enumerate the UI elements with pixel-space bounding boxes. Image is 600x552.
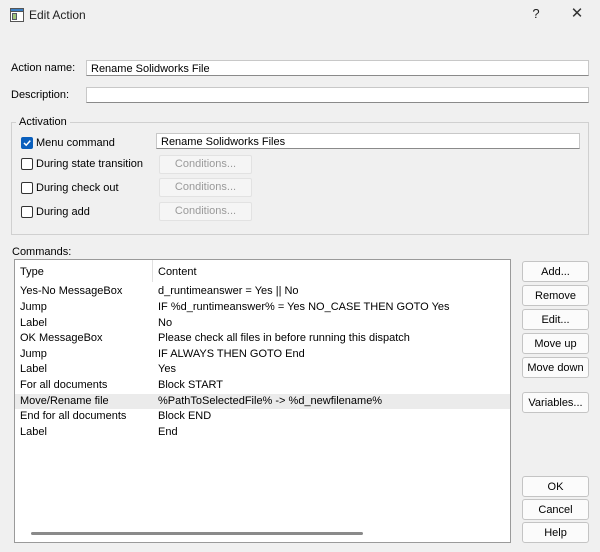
row-type: Jump [20,301,47,313]
row-content: IF %d_runtimeanswer% = Yes NO_CASE THEN … [158,301,450,313]
app-icon [10,8,24,22]
menu-command-checkbox[interactable] [21,137,33,149]
add-label: During add [36,206,90,218]
table-row[interactable]: Label End [15,425,510,440]
cancel-button[interactable]: Cancel [522,499,589,520]
row-type: Jump [20,348,47,360]
row-content: d_runtimeanswer = Yes || No [158,285,299,297]
row-type: Move/Rename file [20,395,109,407]
add-conditions-button[interactable]: Conditions... [159,202,252,221]
row-type: Yes-No MessageBox [20,285,123,297]
commands-label: Commands: [12,246,72,258]
row-type: OK MessageBox [20,332,103,344]
add-checkbox[interactable] [21,206,33,218]
row-content: End [158,426,178,438]
commands-list[interactable]: Type Content Yes-No MessageBox d_runtime… [14,259,511,543]
action-name-label: Action name: [11,62,76,74]
row-content: Please check all files in before running… [158,332,410,344]
row-content: %PathToSelectedFile% -> %d_newfilename% [158,395,383,407]
menu-command-input[interactable]: Rename Solidworks Files [156,133,580,149]
move-up-button[interactable]: Move up [522,333,589,354]
row-type: End for all documents [20,410,127,422]
column-header-content[interactable]: Content [158,265,197,280]
description-label: Description: [11,89,70,101]
add-button[interactable]: Add... [522,261,589,282]
move-down-button[interactable]: Move down [522,357,589,378]
ok-button[interactable]: OK [522,476,589,497]
row-content: No [158,317,173,329]
table-row[interactable]: Yes-No MessageBox d_runtimeanswer = Yes … [15,284,510,299]
remove-button[interactable]: Remove [522,285,589,306]
window-title: Edit Action [29,8,86,22]
column-separator[interactable] [152,260,153,282]
state-transition-checkbox[interactable] [21,158,33,170]
row-type: Label [20,426,47,438]
horizontal-scrollbar[interactable] [31,532,363,535]
title-bar: Edit Action ? ✕ [0,0,600,30]
description-input[interactable] [86,87,589,103]
row-type: Label [20,317,47,329]
edit-button[interactable]: Edit... [522,309,589,330]
row-content: Block START [158,379,223,391]
activation-legend: Activation [16,116,70,128]
state-transition-conditions-button[interactable]: Conditions... [159,155,252,174]
check-out-conditions-button[interactable]: Conditions... [159,178,252,197]
action-name-input[interactable]: Rename Solidworks File [86,60,589,76]
table-row-selected[interactable]: Move/Rename file %PathToSelectedFile% ->… [15,394,510,409]
table-row[interactable]: End for all documents Block END [15,409,510,424]
table-row[interactable]: OK MessageBox Please check all files in … [15,331,510,346]
table-row[interactable]: For all documents Block START [15,378,510,393]
row-content: IF ALWAYS THEN GOTO End [158,348,305,360]
row-content: Block END [158,410,212,422]
help-icon[interactable]: ? [528,6,544,24]
state-transition-label: During state transition [36,158,143,170]
column-header-type[interactable]: Type [20,265,44,280]
variables-button[interactable]: Variables... [522,392,589,413]
row-type: For all documents [20,379,108,391]
table-row[interactable]: Jump IF %d_runtimeanswer% = Yes NO_CASE … [15,300,510,315]
commands-header: Type Content [15,265,510,280]
row-type: Label [20,363,47,375]
close-icon[interactable]: ✕ [567,4,587,24]
table-row[interactable]: Label Yes [15,362,510,377]
row-content: Yes [158,363,176,375]
check-out-label: During check out [36,182,119,194]
help-button[interactable]: Help [522,522,589,543]
table-row[interactable]: Jump IF ALWAYS THEN GOTO End [15,347,510,362]
table-row[interactable]: Label No [15,316,510,331]
menu-command-label: Menu command [36,137,115,149]
check-out-checkbox[interactable] [21,182,33,194]
